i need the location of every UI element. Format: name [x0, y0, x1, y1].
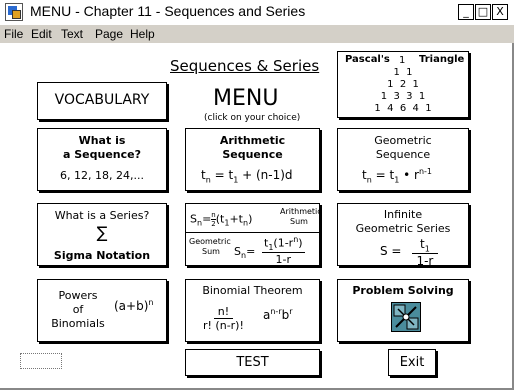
exit-label: Exit: [399, 355, 425, 370]
menu-help[interactable]: Help: [130, 27, 155, 41]
problem-solving-label: Problem Solving: [352, 284, 454, 297]
title-bar: MENU - Chapter 11 - Sequences and Series…: [0, 0, 514, 25]
pascal-row-1: 1 1: [393, 67, 413, 78]
blank-field[interactable]: [20, 353, 62, 369]
menu-title: MENU: [213, 86, 279, 111]
infinite-fraction: t1 1-r: [412, 237, 438, 268]
app-icon: [5, 3, 23, 21]
menu-bar: File Edit Text Page Help: [0, 25, 514, 43]
infinite-series-button[interactable]: Infinite Geometric Series S = t1 1-r: [337, 203, 469, 268]
binomials-button[interactable]: Powers of Binomials (a+b)n: [37, 279, 167, 342]
infinite-lhs: S =: [380, 244, 402, 258]
page-heading: Sequences & Series: [170, 57, 320, 75]
binomial-theorem-button[interactable]: Binomial Theorem n! r! (n-r)! an-rbr: [185, 279, 320, 342]
binomial-coefficient: n! r! (n-r)!: [203, 305, 244, 332]
arithmetic-sequence-button[interactable]: Arithmetic Sequence tn = t1 + (n-1)d: [185, 128, 320, 191]
problem-solving-button[interactable]: Problem Solving: [337, 279, 469, 342]
infinite-line1: Infinite: [383, 208, 423, 221]
vocabulary-label: VOCABULARY: [54, 92, 150, 108]
minimize-button[interactable]: _: [458, 4, 474, 20]
geometric-line2: Sequence: [375, 148, 431, 161]
pascal-row-2: 1 2 1: [387, 79, 419, 90]
geometric-sum-lhs: Sn=: [234, 245, 256, 261]
maximize-button[interactable]: □: [475, 4, 491, 20]
binomial-expression: (a+b)n: [114, 298, 154, 313]
pascal-row-3: 1 3 3 1: [380, 91, 426, 102]
puzzle-icon: [391, 302, 421, 332]
pascal-title-right: Triangle: [419, 54, 465, 65]
sequence-line2: a Sequence?: [63, 148, 141, 161]
geometric-sum-label-bottom: Sum: [202, 247, 220, 256]
geometric-line1: Geometric: [374, 134, 432, 147]
geometric-sequence-button[interactable]: Geometric Sequence tn = t1 • rn-1: [337, 128, 469, 191]
window-title: MENU - Chapter 11 - Sequences and Series: [30, 3, 306, 19]
menu-file[interactable]: File: [4, 27, 23, 41]
geometric-sum-label-top: Geometric: [189, 237, 231, 246]
arithmetic-sum-label-bottom: Sum: [290, 217, 308, 226]
pascal-title-one: 1: [399, 55, 406, 66]
geometric-formula: tn = t1 • rn-1: [362, 167, 432, 185]
exit-button[interactable]: Exit: [388, 349, 436, 376]
sequence-line1: What is: [78, 134, 126, 147]
test-button[interactable]: TEST: [185, 349, 320, 376]
series-button[interactable]: What is a Series? ∑ Sigma Notation: [37, 203, 167, 266]
pascal-triangle-button[interactable]: Pascal's 1 Triangle 1 1 1 2 1 1 3 3 1 1 …: [337, 51, 469, 118]
arithmetic-sum-label-top: Arithmetic: [280, 207, 322, 216]
menu-hint: (click on your choice): [204, 113, 301, 123]
sigma-icon: ∑: [96, 223, 108, 242]
test-label: TEST: [236, 355, 269, 370]
binomials-line2: of: [72, 303, 84, 316]
sequence-button[interactable]: What is a Sequence? 6, 12, 18, 24,...: [37, 128, 167, 191]
pascal-title-left: Pascal's: [345, 54, 390, 65]
arithmetic-line2: Sequence: [222, 148, 283, 161]
menu-edit[interactable]: Edit: [31, 27, 52, 41]
binomial-theorem-title: Binomial Theorem: [202, 284, 303, 297]
binomials-line1: Powers: [58, 289, 98, 302]
menu-text[interactable]: Text: [61, 27, 83, 41]
arithmetic-formula: tn = t1 + (n-1)d: [201, 168, 293, 185]
pascal-row-4: 1 4 6 4 1: [374, 103, 432, 114]
sequence-example: 6, 12, 18, 24,...: [60, 169, 144, 182]
sums-divider: [186, 232, 319, 233]
menu-page[interactable]: Page: [95, 27, 123, 41]
vocabulary-button[interactable]: VOCABULARY: [37, 82, 167, 120]
geometric-sum-fraction: t1(1-rn) 1-r: [262, 235, 305, 266]
arithmetic-line1: Arithmetic: [219, 134, 286, 147]
close-button[interactable]: X: [492, 4, 508, 20]
series-line1: What is a Series?: [54, 209, 150, 222]
binomials-line3: Binomials: [51, 317, 105, 330]
arithmetic-sum-formula: Sn= n 2 (t1+tn): [190, 211, 253, 228]
infinite-line2: Geometric Series: [355, 222, 451, 235]
sigma-notation-label: Sigma Notation: [53, 249, 151, 262]
binomial-terms: an-rbr: [263, 307, 293, 322]
sums-button[interactable]: Sn= n 2 (t1+tn) Arithmetic Sum Geometric Su…: [185, 203, 322, 266]
